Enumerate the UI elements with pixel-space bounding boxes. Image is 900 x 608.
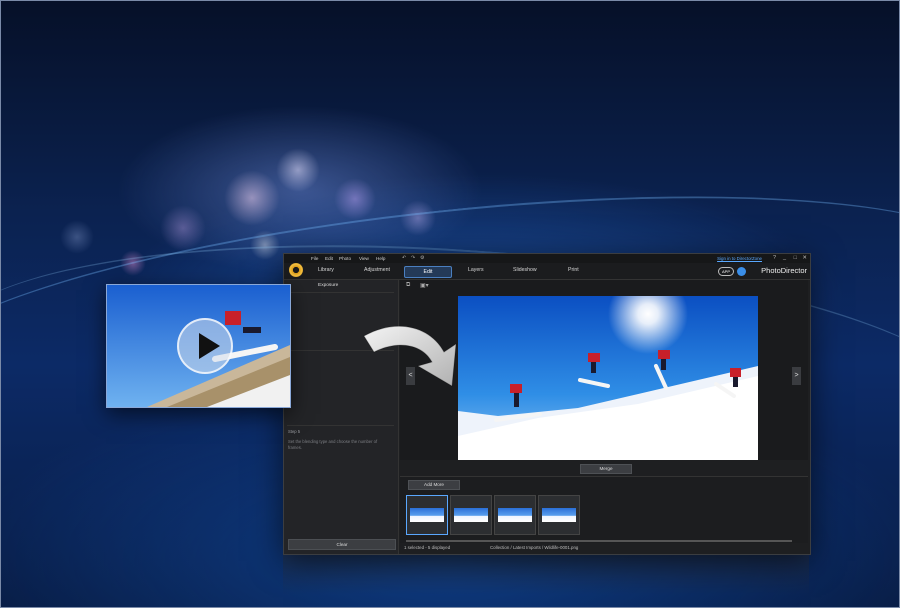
menu-edit[interactable]: Edit bbox=[325, 256, 333, 261]
photodirector-icon bbox=[737, 266, 746, 276]
thumbnail-image bbox=[454, 508, 488, 522]
add-more-button[interactable]: Add More bbox=[408, 480, 460, 490]
help-icon[interactable]: ? bbox=[773, 255, 776, 261]
compare-icon[interactable]: ⧉ bbox=[406, 282, 410, 289]
settings-icon[interactable]: ⚙ bbox=[420, 255, 424, 261]
strip-scrollbar[interactable] bbox=[406, 540, 792, 542]
app-badge[interactable]: APP bbox=[717, 267, 734, 276]
file-path: Collection / Latest Imports / Wildlife-0… bbox=[490, 545, 579, 550]
selection-count: 1 selected - 5 displayed bbox=[404, 545, 451, 550]
divider bbox=[287, 425, 394, 426]
menu-view[interactable]: View bbox=[359, 256, 369, 261]
bokeh-light bbox=[60, 220, 94, 254]
redo-icon[interactable]: ↷ bbox=[411, 255, 415, 261]
tab-layers[interactable]: Layers bbox=[468, 267, 484, 273]
video-thumbnail[interactable] bbox=[106, 284, 291, 408]
bokeh-light bbox=[334, 178, 376, 220]
display-options-icon[interactable]: ▣▾ bbox=[420, 282, 429, 289]
maximize-button[interactable]: □ bbox=[794, 255, 797, 261]
tab-print[interactable]: Print bbox=[568, 267, 579, 273]
step-title: Step 5 bbox=[288, 429, 301, 434]
bokeh-light bbox=[120, 250, 146, 276]
menu-file[interactable]: File bbox=[311, 256, 318, 261]
app-logo-icon bbox=[289, 263, 303, 277]
tab-slideshow[interactable]: Slideshow bbox=[513, 267, 537, 273]
module-tabs: Library Adjustment Edit Layers Slideshow… bbox=[284, 263, 810, 280]
menu-help[interactable]: Help bbox=[376, 256, 385, 261]
bokeh-light bbox=[160, 205, 206, 251]
thumbnail[interactable] bbox=[406, 495, 448, 535]
bokeh-light bbox=[250, 230, 280, 260]
photo-strip: Add More bbox=[400, 476, 808, 543]
undo-icon[interactable]: ↶ bbox=[402, 255, 406, 261]
thumbnail[interactable] bbox=[538, 495, 580, 535]
next-photo-button[interactable]: > bbox=[792, 367, 801, 385]
thumbnail[interactable] bbox=[450, 495, 492, 535]
thumbnail-image bbox=[410, 508, 444, 522]
main-photo bbox=[458, 296, 758, 460]
curved-arrow-icon bbox=[363, 325, 457, 387]
play-icon[interactable] bbox=[177, 318, 233, 374]
photodirector-window: File Edit Photo View Help ↶ ↷ ⚙ Sign in … bbox=[283, 253, 811, 555]
tab-adjustment[interactable]: Adjustment bbox=[364, 267, 390, 273]
thumbnail-image bbox=[542, 508, 576, 522]
step-description: Set the blending type and choose the num… bbox=[288, 439, 378, 450]
tab-edit[interactable]: Edit bbox=[404, 266, 452, 278]
tab-library[interactable]: Library bbox=[318, 267, 334, 273]
brand-name: PhotoDirector bbox=[761, 266, 807, 275]
bokeh-light bbox=[276, 148, 320, 192]
minimize-button[interactable]: _ bbox=[783, 255, 786, 261]
menu-photo[interactable]: Photo bbox=[339, 256, 351, 261]
status-bar: 1 selected - 5 displayed Collection / La… bbox=[400, 544, 808, 553]
window-reflection bbox=[283, 555, 809, 595]
thumbnail-image bbox=[498, 508, 532, 522]
bokeh-light bbox=[224, 170, 280, 226]
close-button[interactable]: ✕ bbox=[802, 255, 807, 261]
menu-bar: File Edit Photo View Help ↶ ↷ ⚙ Sign in … bbox=[284, 254, 810, 263]
thumbnail[interactable] bbox=[494, 495, 536, 535]
bokeh-light bbox=[400, 200, 436, 236]
signin-link[interactable]: Sign in to DirectorZone bbox=[717, 256, 762, 261]
divider bbox=[287, 292, 394, 293]
panel-title: Exposure bbox=[318, 283, 339, 288]
merge-button[interactable]: Merge bbox=[580, 464, 632, 474]
clear-button[interactable]: Clear bbox=[288, 539, 396, 550]
